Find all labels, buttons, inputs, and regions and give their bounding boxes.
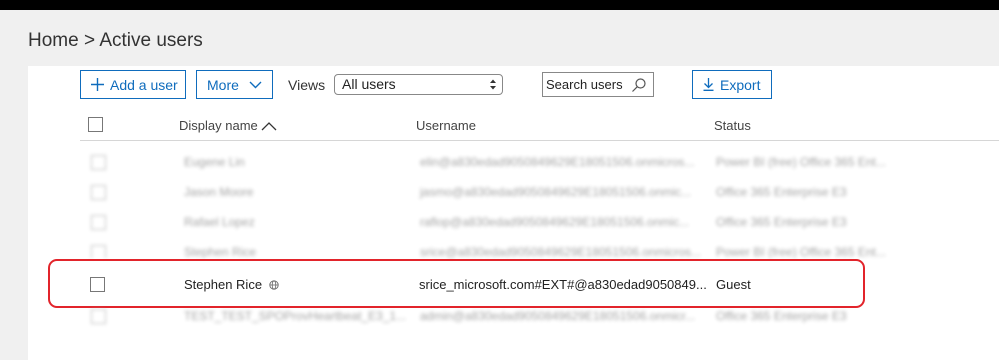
row-username: admin@a830edad9050849629E18051506.onmicr… [420,309,696,323]
row-checkbox[interactable] [91,245,106,258]
top-bar [0,0,999,10]
column-header-status[interactable]: Status [714,118,751,133]
row-checkbox[interactable] [91,185,106,200]
table-row[interactable]: TEST_TEST_SPOProvHeartbeat_E3_1... admin… [0,306,999,336]
more-button[interactable]: More [196,70,273,99]
add-user-label: Add a user [110,76,178,93]
username-header-label: Username [416,118,476,133]
row-status: Office 365 Enterprise E3 [716,215,847,229]
display-name-header-label: Display name [179,118,258,133]
export-button[interactable]: Export [692,70,772,99]
row-checkbox[interactable] [91,309,106,324]
breadcrumb-separator: > [83,30,96,51]
row-username: jasmo@a830edad9050849629E18051506.onmic.… [420,185,692,199]
column-header-display-name[interactable]: Display name [179,118,277,134]
guest-username: srice_microsoft.com#EXT#@a830edad9050849… [419,277,707,292]
guest-status: Guest [716,277,751,292]
select-arrows-icon [488,77,498,92]
select-all-checkbox[interactable] [88,117,103,132]
row-checkbox[interactable] [91,155,106,170]
row-status: Power BI (free) Office 365 Ent... [716,155,886,169]
row-display-name[interactable]: Jason Moore [184,185,253,199]
row-display-name[interactable]: Rafael Lopez [184,215,255,229]
column-header-username[interactable]: Username [416,118,476,133]
row-status: Power BI (free) Office 365 Ent... [716,245,886,258]
search-users-input[interactable]: Search users [542,72,654,97]
row-status: Office 365 Enterprise E3 [716,309,847,323]
download-icon [703,78,714,91]
views-label: Views [288,77,326,93]
search-placeholder: Search users [546,77,623,92]
row-checkbox[interactable] [91,215,106,230]
guest-display-name[interactable]: Stephen Rice [184,277,279,293]
views-select[interactable]: All users [334,74,503,95]
export-label: Export [720,76,761,93]
row-checkbox-guest[interactable] [90,277,105,292]
add-user-button[interactable]: Add a user [80,70,186,99]
row-display-name[interactable]: Stephen Rice [184,245,256,258]
row-username: elin@a830edad9050849629E18051506.onmicro… [420,155,695,169]
globe-icon [269,278,279,293]
chevron-down-icon [249,81,262,89]
guest-display-name-label: Stephen Rice [184,277,263,292]
row-username: srice@a830edad9050849629E18051506.onmicr… [420,245,702,258]
status-header-label: Status [714,118,751,133]
plus-icon [91,78,104,91]
breadcrumb-current: Active users [99,30,203,51]
row-display-name[interactable]: Eugene Lin [184,155,245,169]
sort-ascending-icon [261,119,277,134]
breadcrumb-home[interactable]: Home [28,30,79,51]
header-divider [80,140,999,141]
views-selected-value: All users [342,76,396,92]
table-row[interactable]: Jason Moore jasmo@a830edad9050849629E180… [0,178,999,208]
table-row[interactable]: Eugene Lin elin@a830edad9050849629E18051… [0,148,999,178]
row-display-name[interactable]: TEST_TEST_SPOProvHeartbeat_E3_1... [184,309,406,323]
table-row[interactable]: Stephen Rice srice@a830edad9050849629E18… [0,238,999,258]
more-label: More [207,76,239,93]
row-status: Office 365 Enterprise E3 [716,185,847,199]
table-row[interactable]: Rafael Lopez raflop@a830edad9050849629E1… [0,208,999,238]
row-username: raflop@a830edad9050849629E18051506.onmic… [420,215,690,229]
breadcrumb: Home > Active users [28,30,203,52]
search-icon[interactable] [631,77,647,93]
